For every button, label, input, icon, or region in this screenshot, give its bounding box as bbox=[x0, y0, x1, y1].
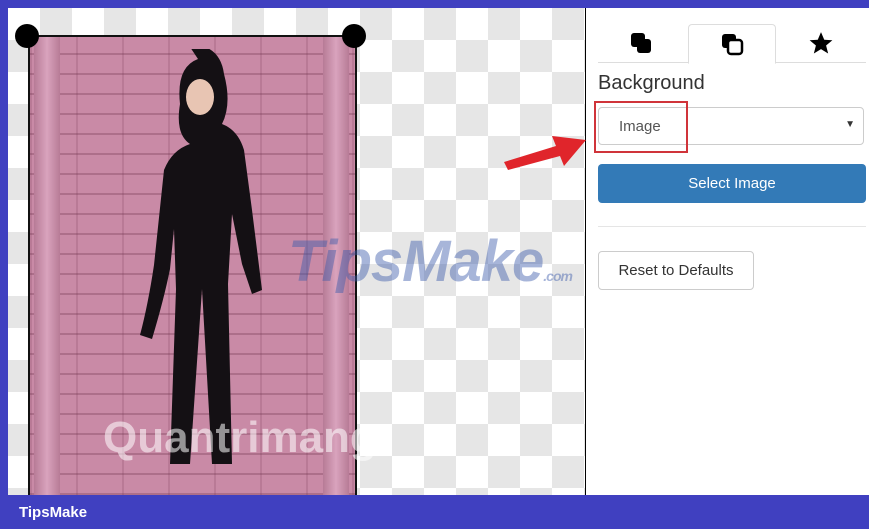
copy-icon bbox=[722, 34, 744, 56]
highlight-box bbox=[594, 101, 688, 153]
chevron-down-icon: ▼ bbox=[845, 119, 855, 130]
select-image-button[interactable]: Select Image bbox=[598, 164, 866, 203]
resize-handle-top-left[interactable] bbox=[15, 24, 39, 48]
tab-layers[interactable] bbox=[598, 24, 684, 62]
star-icon bbox=[809, 32, 833, 54]
watermark-secondary: Quantrimang bbox=[103, 413, 377, 462]
background-label: Background bbox=[598, 72, 705, 94]
tab-bar bbox=[598, 24, 866, 64]
crop-edge bbox=[28, 35, 355, 37]
editor-canvas[interactable]: TipsMake.com Quantrimang bbox=[8, 8, 585, 495]
brick-pillar bbox=[34, 35, 60, 495]
watermark-brand: TipsMake.com bbox=[288, 229, 573, 294]
tab-favorites[interactable] bbox=[778, 24, 864, 62]
reset-defaults-button[interactable]: Reset to Defaults bbox=[598, 251, 754, 290]
footer-brand: TipsMake bbox=[19, 504, 88, 521]
resize-handle-top-right[interactable] bbox=[342, 24, 366, 48]
app-frame: TipsMake.com Quantrimang Background Imag… bbox=[8, 8, 869, 495]
tab-background[interactable] bbox=[688, 24, 776, 64]
footer-bar: TipsMake bbox=[0, 495, 869, 529]
settings-panel: Background Image ▼ Select Image Reset to… bbox=[586, 8, 869, 495]
annotation-arrow-icon bbox=[504, 136, 586, 170]
section-divider bbox=[598, 226, 866, 227]
layers-icon bbox=[631, 33, 651, 53]
